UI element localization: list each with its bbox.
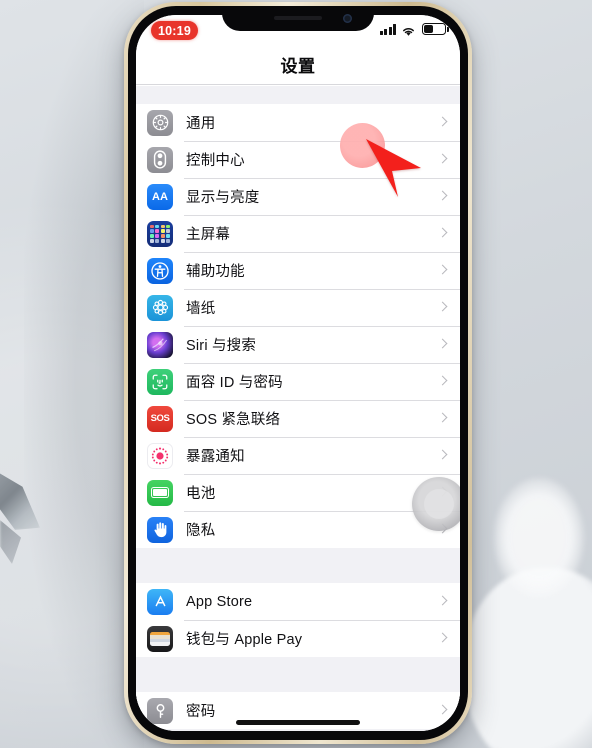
status-bar-indicators bbox=[379, 23, 449, 36]
settings-row-emergency-sos[interactable]: SOS SOS 紧急联络 bbox=[136, 400, 460, 437]
chevron-right-icon bbox=[439, 449, 447, 462]
chevron-right-icon bbox=[439, 190, 447, 203]
display-brightness-icon: AA bbox=[147, 183, 173, 210]
settings-row-accessibility[interactable]: 辅助功能 bbox=[136, 252, 460, 289]
device-screen: 10:19 设置 通用 控制中心 AA 显示与亮度 主屏幕 辅助功能 墙纸 Si… bbox=[136, 15, 460, 731]
device-notch bbox=[222, 6, 374, 31]
battery-fill bbox=[424, 25, 433, 33]
chevron-right-icon bbox=[439, 632, 447, 645]
chevron-right-icon bbox=[439, 301, 447, 314]
settings-row-exposure-notifications[interactable]: 暴露通知 bbox=[136, 437, 460, 474]
settings-row-label: 隐私 bbox=[186, 523, 216, 539]
wallet-icon bbox=[147, 625, 173, 652]
settings-row-siri-search[interactable]: Siri 与搜索 bbox=[136, 326, 460, 363]
exposure-notification-icon bbox=[147, 442, 173, 469]
wallpaper-icon bbox=[147, 294, 173, 321]
settings-row-app-store[interactable]: App Store bbox=[136, 583, 460, 620]
face-id-icon bbox=[147, 368, 173, 395]
settings-row-label: 面容 ID 与密码 bbox=[186, 375, 283, 391]
chevron-right-icon bbox=[439, 227, 447, 240]
wifi-icon bbox=[401, 24, 416, 36]
settings-row-wallet-apple-pay[interactable]: 钱包与 Apple Pay bbox=[136, 620, 460, 657]
settings-row-label: 电池 bbox=[186, 486, 216, 502]
siri-icon bbox=[147, 331, 173, 358]
passwords-key-icon bbox=[147, 697, 173, 724]
settings-row-label: 通用 bbox=[186, 116, 216, 132]
page-title: 设置 bbox=[280, 57, 316, 76]
status-bar-clock-recording-pill[interactable]: 10:19 bbox=[151, 21, 198, 40]
settings-row-label: 辅助功能 bbox=[186, 264, 245, 280]
settings-row-face-id-passcode[interactable]: 面容 ID 与密码 bbox=[136, 363, 460, 400]
navigation-bar: 设置 bbox=[136, 45, 460, 85]
settings-row-label: SOS 紧急联络 bbox=[186, 412, 281, 428]
device-bezel: 10:19 设置 通用 控制中心 AA 显示与亮度 主屏幕 辅助功能 墙纸 Si… bbox=[128, 6, 468, 740]
settings-row-label: App Store bbox=[186, 593, 253, 610]
settings-row-privacy[interactable]: 隐私 bbox=[136, 511, 460, 548]
chevron-right-icon bbox=[439, 338, 447, 351]
chevron-right-icon bbox=[439, 264, 447, 277]
gear-icon bbox=[147, 109, 173, 136]
settings-row-label: 钱包与 Apple Pay bbox=[186, 632, 303, 648]
settings-group-store: App Store 钱包与 Apple Pay bbox=[136, 583, 460, 657]
list-group-gap bbox=[136, 548, 460, 583]
iphone-device: 10:19 设置 通用 控制中心 AA 显示与亮度 主屏幕 辅助功能 墙纸 Si… bbox=[124, 2, 472, 744]
battery-icon bbox=[422, 23, 449, 35]
settings-row-label: 墙纸 bbox=[186, 301, 216, 317]
list-group-gap-2 bbox=[136, 657, 460, 692]
accessibility-icon bbox=[147, 257, 173, 284]
assistive-touch-button[interactable] bbox=[412, 477, 460, 531]
chevron-right-icon bbox=[439, 412, 447, 425]
settings-row-label: 暴露通知 bbox=[186, 449, 245, 465]
list-top-gap bbox=[136, 86, 460, 104]
control-center-icon bbox=[147, 146, 173, 173]
chevron-right-icon bbox=[439, 153, 447, 166]
chevron-right-icon bbox=[439, 704, 447, 717]
background-object-white-secondary bbox=[494, 478, 584, 598]
settings-row-label: 主屏幕 bbox=[186, 227, 231, 243]
battery-settings-icon bbox=[147, 479, 173, 506]
settings-row-wallpaper[interactable]: 墙纸 bbox=[136, 289, 460, 326]
earpiece-speaker bbox=[274, 16, 322, 20]
sos-icon: SOS bbox=[147, 405, 173, 432]
red-arrow-cursor bbox=[366, 139, 421, 197]
settings-row-general[interactable]: 通用 bbox=[136, 104, 460, 141]
home-indicator-bar bbox=[236, 720, 360, 725]
settings-row-label: 密码 bbox=[186, 704, 216, 720]
settings-row-home-screen[interactable]: 主屏幕 bbox=[136, 215, 460, 252]
cellular-signal-icon bbox=[379, 24, 396, 35]
app-store-icon bbox=[147, 588, 173, 615]
chevron-right-icon bbox=[439, 595, 447, 608]
home-screen-icon bbox=[147, 220, 173, 247]
privacy-hand-icon bbox=[147, 516, 173, 543]
chevron-right-icon bbox=[439, 116, 447, 129]
settings-row-label: Siri 与搜索 bbox=[186, 338, 257, 354]
chevron-right-icon bbox=[439, 375, 447, 388]
front-camera-icon bbox=[343, 14, 352, 23]
